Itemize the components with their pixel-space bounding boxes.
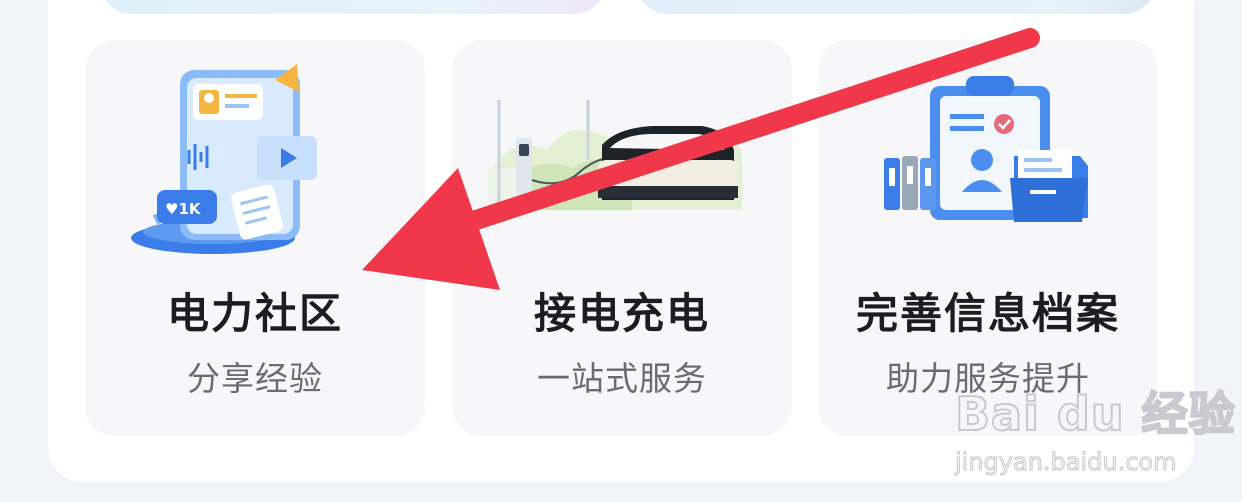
watermark-url: jingyan.baidu.com bbox=[954, 448, 1177, 477]
card-power-charging[interactable]: 接电充电 一站式服务 bbox=[452, 40, 792, 436]
card-subtitle: 一站式服务 bbox=[537, 359, 707, 398]
card-subtitle: 分享经验 bbox=[187, 359, 323, 398]
clipboard-archive-illustration bbox=[884, 76, 1088, 222]
watermark-logo: Bai du 经验 bbox=[954, 386, 1236, 442]
banner-left-edge[interactable] bbox=[100, 0, 606, 14]
likes-badge-text: ♥1K bbox=[165, 200, 202, 218]
card-power-community[interactable]: ♥1K 电力社区 分享经验 bbox=[85, 40, 425, 436]
card-title: 电力社区 bbox=[166, 289, 343, 338]
card-complete-profile[interactable]: 完善信息档案 助力服务提升 bbox=[818, 40, 1158, 436]
baidu-jingyan-watermark: Bai du 经验 jingyan.baidu.com bbox=[954, 378, 1236, 488]
ev-charging-illustration bbox=[488, 100, 742, 218]
card-title: 完善信息档案 bbox=[855, 289, 1120, 338]
card-title: 接电充电 bbox=[533, 289, 710, 338]
community-phone-illustration: ♥1K bbox=[131, 64, 317, 254]
banner-right-edge[interactable] bbox=[636, 0, 1156, 14]
